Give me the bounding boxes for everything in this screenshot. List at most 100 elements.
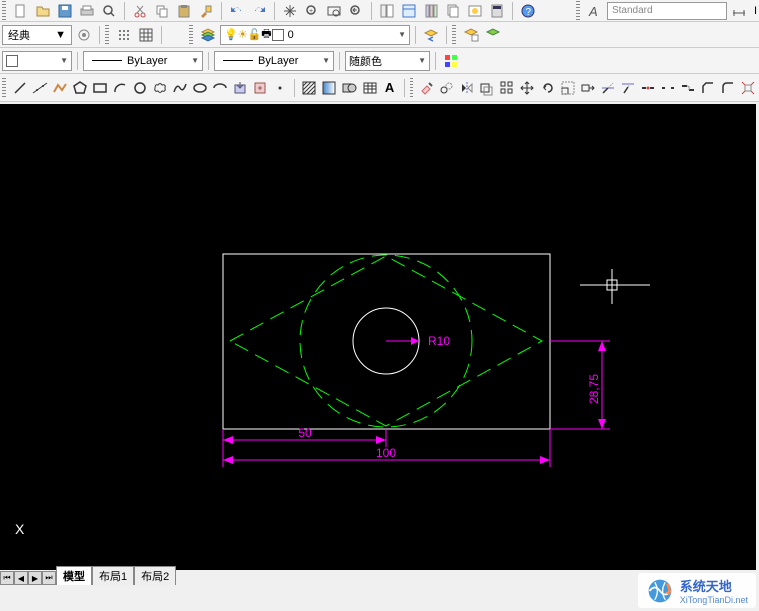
undo-icon[interactable] <box>227 1 247 21</box>
break-icon[interactable] <box>659 78 677 98</box>
dim-style-icon[interactable] <box>729 1 749 21</box>
point-icon[interactable] <box>271 78 289 98</box>
save-icon[interactable] <box>55 1 75 21</box>
tab-last-button[interactable]: ⏭ <box>42 571 56 585</box>
layer-prev-icon[interactable] <box>421 25 441 45</box>
plotstyle-value: 随颜色 <box>349 53 382 69</box>
grid-dots-icon[interactable] <box>114 25 134 45</box>
chamfer-icon[interactable] <box>699 78 717 98</box>
toolbar-top-row: + ? A Standard I <box>0 0 759 22</box>
tool-palettes-icon[interactable] <box>421 1 441 21</box>
full-width-label: 100 <box>376 446 396 460</box>
zoom-window-icon[interactable] <box>324 1 344 21</box>
rectangle-icon[interactable] <box>91 78 109 98</box>
explode-icon[interactable] <box>739 78 757 98</box>
svg-text:?: ? <box>526 7 532 18</box>
lineweight-dropdown[interactable]: ByLayer ▼ <box>214 51 334 71</box>
layer-isolate-icon[interactable] <box>483 25 503 45</box>
style-value: Standard <box>612 5 653 16</box>
workspace-settings-icon[interactable] <box>74 25 94 45</box>
stretch-icon[interactable] <box>579 78 597 98</box>
zoom-realtime-icon[interactable]: + <box>302 1 322 21</box>
block-make-icon[interactable] <box>251 78 269 98</box>
polygon-icon[interactable] <box>71 78 89 98</box>
erase-icon[interactable] <box>418 78 436 98</box>
style-dropdown[interactable]: Standard <box>607 2 727 20</box>
layer-plot-icon: 🖶 <box>261 25 271 44</box>
copy-icon[interactable] <box>152 1 172 21</box>
copy-obj-icon[interactable] <box>438 78 456 98</box>
radius-arrow <box>411 337 419 345</box>
grid-pattern-icon[interactable] <box>136 25 156 45</box>
matchprop-icon[interactable] <box>196 1 216 21</box>
move-icon[interactable] <box>518 78 536 98</box>
workspace-combo[interactable]: 经典 ▼ <box>2 25 72 45</box>
plotstyle-dropdown[interactable]: 随颜色 ▼ <box>345 51 430 71</box>
cut-icon[interactable] <box>130 1 150 21</box>
properties-icon[interactable] <box>377 1 397 21</box>
arc-icon[interactable] <box>111 78 129 98</box>
tab-first-button[interactable]: ⏮ <box>0 571 14 585</box>
tab-next-button[interactable]: ▶ <box>28 571 42 585</box>
trim-icon[interactable] <box>599 78 617 98</box>
crosshair-cursor <box>580 269 650 304</box>
plot-icon[interactable] <box>77 1 97 21</box>
paste-icon[interactable] <box>174 1 194 21</box>
region-icon[interactable] <box>340 78 358 98</box>
ellipse-icon[interactable] <box>191 78 209 98</box>
mirror-icon[interactable] <box>458 78 476 98</box>
model-layout-tabs: ⏮ ◀ ▶ ⏭ 模型 布局1 布局2 <box>0 569 176 585</box>
text-style-icon[interactable]: A <box>585 1 605 21</box>
calc-icon[interactable] <box>487 1 507 21</box>
table-icon[interactable] <box>361 78 379 98</box>
tab-layout2[interactable]: 布局2 <box>134 566 176 585</box>
new-file-icon[interactable] <box>11 1 31 21</box>
revcloud-icon[interactable] <box>151 78 169 98</box>
layer-manager-icon[interactable] <box>198 25 218 45</box>
zoom-previous-icon[interactable] <box>346 1 366 21</box>
xline-icon[interactable] <box>31 78 49 98</box>
ellipse-arc-icon[interactable] <box>211 78 229 98</box>
gradient-icon[interactable] <box>320 78 338 98</box>
spline-icon[interactable] <box>171 78 189 98</box>
help-icon[interactable]: ? <box>518 1 538 21</box>
line-icon[interactable] <box>11 78 29 98</box>
break-point-icon[interactable] <box>639 78 657 98</box>
array-icon[interactable] <box>498 78 516 98</box>
hatch-icon[interactable] <box>300 78 318 98</box>
scale-icon[interactable] <box>559 78 577 98</box>
color-dropdown[interactable]: ▼ <box>2 51 72 71</box>
block-insert-icon[interactable] <box>231 78 249 98</box>
extend-icon[interactable] <box>619 78 637 98</box>
markup-icon[interactable] <box>465 1 485 21</box>
layer-thaw-icon: ☀ <box>238 28 248 41</box>
workspace-value: 经典 <box>8 27 30 43</box>
color-picker-icon[interactable] <box>441 51 461 71</box>
join-icon[interactable] <box>679 78 697 98</box>
tab-layout1[interactable]: 布局1 <box>92 566 134 585</box>
circle-icon[interactable] <box>131 78 149 98</box>
design-center-icon[interactable] <box>399 1 419 21</box>
tab-prev-button[interactable]: ◀ <box>14 571 28 585</box>
layer-states-icon[interactable] <box>461 25 481 45</box>
print-preview-icon[interactable] <box>99 1 119 21</box>
pline-icon[interactable] <box>51 78 69 98</box>
color-swatch <box>6 55 18 67</box>
sheet-set-icon[interactable] <box>443 1 463 21</box>
layer-color-swatch <box>272 29 284 41</box>
ucs-x-label: X <box>15 521 25 537</box>
layer-name: 0 <box>288 29 294 41</box>
open-file-icon[interactable] <box>33 1 53 21</box>
fillet-icon[interactable] <box>719 78 737 98</box>
pan-icon[interactable] <box>280 1 300 21</box>
toolbar-properties-row: ▼ ByLayer ▼ ByLayer ▼ 随颜色 ▼ <box>0 48 759 74</box>
rotate-icon[interactable] <box>538 78 556 98</box>
mtext-icon[interactable]: A <box>381 78 399 98</box>
offset-icon[interactable] <box>478 78 496 98</box>
redo-icon[interactable] <box>249 1 269 21</box>
linetype-dropdown[interactable]: ByLayer ▼ <box>83 51 203 71</box>
layer-dropdown[interactable]: 💡 ☀ 🔓 🖶 0 ▼ <box>220 25 410 45</box>
drawing-canvas[interactable]: R10 28,75 50 100 X <box>0 104 756 570</box>
grip <box>576 1 580 21</box>
tab-model[interactable]: 模型 <box>56 566 92 585</box>
